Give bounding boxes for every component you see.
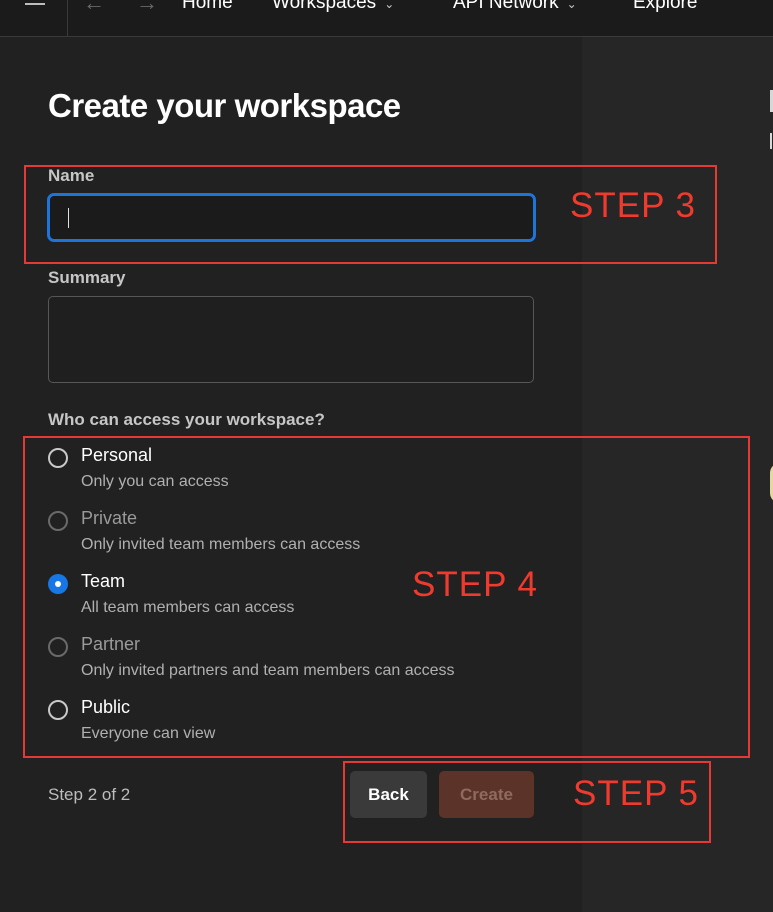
chevron-down-icon: ⌄ [384, 0, 395, 11]
summary-label: Summary [48, 268, 126, 287]
chevron-down-icon: ⌄ [566, 0, 577, 11]
annotation-box-step4 [23, 436, 750, 758]
step-indicator: Step 2 of 2 [48, 785, 131, 804]
nav-workspaces-label: Workspaces [272, 0, 377, 13]
nav-workspaces[interactable]: Workspaces ⌄ [272, 0, 394, 14]
nav-explore[interactable]: Explore [633, 0, 697, 14]
annotation-label-step3: STEP 3 [570, 186, 696, 225]
annotation-label-step5: STEP 5 [573, 774, 699, 813]
nav-home[interactable]: Home [182, 0, 233, 14]
top-nav-bar: ← → Home Workspaces ⌄ API Network ⌄ Explor… [0, 0, 773, 37]
back-arrow-icon[interactable]: ← [83, 0, 105, 16]
hamburger-icon [25, 0, 45, 8]
access-label: Who can access your workspace? [48, 410, 325, 429]
page-title: Create your workspace [48, 87, 401, 124]
nav-api-network-label: API Network [453, 0, 559, 13]
summary-input[interactable] [48, 296, 534, 383]
annotation-label-step4: STEP 4 [412, 565, 538, 604]
forward-arrow-icon[interactable]: → [136, 0, 158, 16]
edge-mark [770, 133, 772, 149]
nav-api-network[interactable]: API Network ⌄ [453, 0, 577, 14]
menu-button[interactable] [0, 0, 68, 36]
